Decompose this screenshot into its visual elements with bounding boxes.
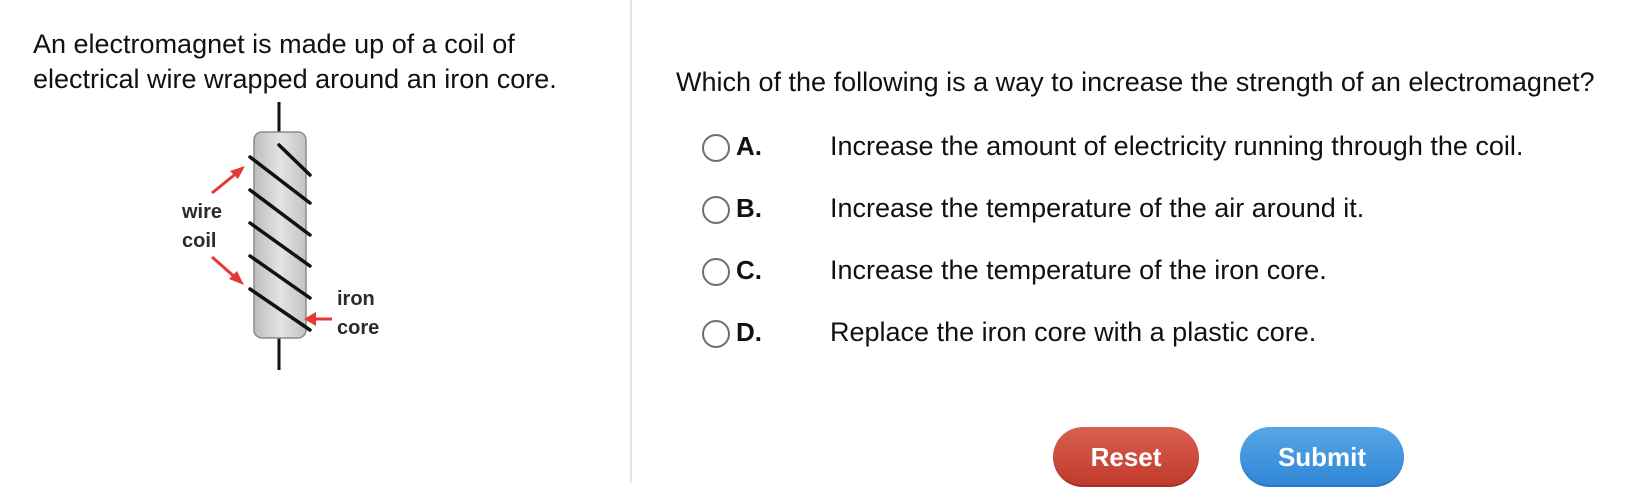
label-wire: wire <box>181 201 222 223</box>
choice-letter: C. <box>736 255 762 285</box>
radio-button-b[interactable] <box>702 196 730 224</box>
choice-text: Replace the iron core with a plastic cor… <box>830 317 1317 347</box>
choice-text: Increase the temperature of the air arou… <box>830 193 1365 223</box>
arrow-to-coil-lower <box>211 255 244 285</box>
label-core: core <box>337 317 379 339</box>
arrow-to-core <box>304 312 332 326</box>
choice-letter: D. <box>736 317 762 347</box>
arrow-to-coil-upper <box>211 166 245 195</box>
choice-letter: B. <box>736 193 762 223</box>
choice-a[interactable]: A. Increase the amount of electricity ru… <box>702 127 1602 167</box>
choice-text: Increase the temperature of the iron cor… <box>830 255 1327 285</box>
radio-button-a[interactable] <box>702 134 730 162</box>
radio-button-c[interactable] <box>702 258 730 286</box>
choice-letter: A. <box>736 131 762 161</box>
choice-text: Increase the amount of electricity runni… <box>830 131 1524 161</box>
radio-button-d[interactable] <box>702 320 730 348</box>
submit-button[interactable]: Submit <box>1240 427 1404 487</box>
question-prompt: Which of the following is a way to incre… <box>676 67 1595 97</box>
stimulus-pane: An electromagnet is made up of a coil of… <box>0 0 630 483</box>
choice-b[interactable]: B. Increase the temperature of the air a… <box>702 189 1602 229</box>
label-iron: iron <box>337 288 375 310</box>
choice-c[interactable]: C. Increase the temperature of the iron … <box>702 251 1602 291</box>
question-pane: Which of the following is a way to incre… <box>632 0 1637 487</box>
choice-d[interactable]: D. Replace the iron core with a plastic … <box>702 313 1602 353</box>
stimulus-text: An electromagnet is made up of a coil of… <box>33 29 557 94</box>
electromagnet-diagram: wire coil iron core <box>181 102 379 370</box>
label-coil: coil <box>182 230 216 252</box>
reset-button[interactable]: Reset <box>1053 427 1199 487</box>
